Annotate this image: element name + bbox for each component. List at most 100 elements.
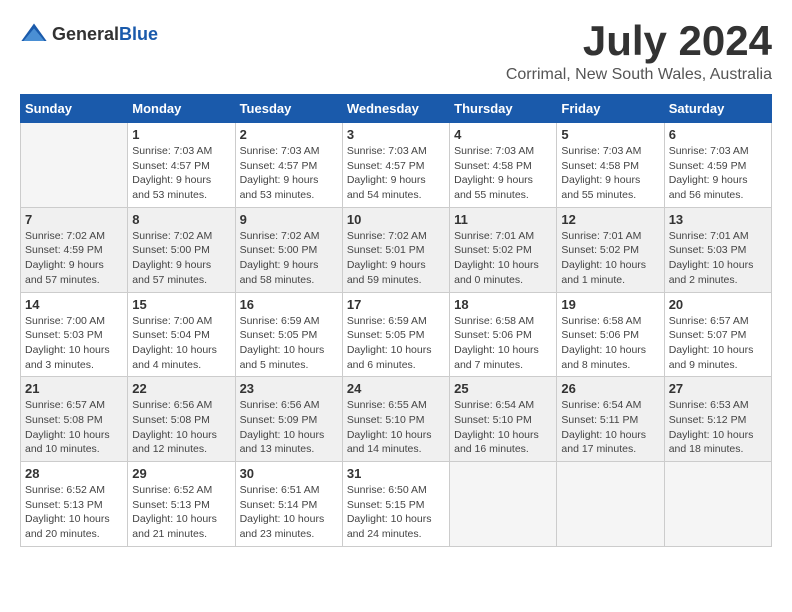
day-number: 21: [25, 381, 123, 396]
calendar-day-cell: 28 Sunrise: 6:52 AM Sunset: 5:13 PM Dayli…: [21, 462, 128, 547]
calendar-day-cell: [450, 462, 557, 547]
calendar-week-row: 7 Sunrise: 7:02 AM Sunset: 4:59 PM Daylig…: [21, 207, 772, 292]
day-number: 28: [25, 466, 123, 481]
calendar-day-cell: 3 Sunrise: 7:03 AM Sunset: 4:57 PM Daylig…: [342, 123, 449, 208]
day-info: Sunrise: 7:02 AM Sunset: 5:01 PM Dayligh…: [347, 229, 445, 288]
day-info: Sunrise: 7:00 AM Sunset: 5:04 PM Dayligh…: [132, 314, 230, 373]
day-info: Sunrise: 7:02 AM Sunset: 5:00 PM Dayligh…: [240, 229, 338, 288]
calendar-day-cell: 21 Sunrise: 6:57 AM Sunset: 5:08 PM Dayli…: [21, 377, 128, 462]
day-info: Sunrise: 7:02 AM Sunset: 4:59 PM Dayligh…: [25, 229, 123, 288]
calendar-week-row: 28 Sunrise: 6:52 AM Sunset: 5:13 PM Dayli…: [21, 462, 772, 547]
calendar-day-cell: 19 Sunrise: 6:58 AM Sunset: 5:06 PM Dayli…: [557, 292, 664, 377]
calendar-day-cell: 30Sunrise: 6:51 AM Sunset: 5:14 PM Dayli…: [235, 462, 342, 547]
calendar-day-cell: 1Sunrise: 7:03 AM Sunset: 4:57 PM Daylig…: [128, 123, 235, 208]
day-number: 17: [347, 297, 445, 312]
day-info: Sunrise: 6:57 AM Sunset: 5:07 PM Dayligh…: [669, 314, 767, 373]
day-number: 15: [132, 297, 230, 312]
logo-blue: Blue: [119, 24, 158, 45]
day-info: Sunrise: 6:57 AM Sunset: 5:08 PM Dayligh…: [25, 398, 123, 457]
calendar-day-cell: 25Sunrise: 6:54 AM Sunset: 5:10 PM Dayli…: [450, 377, 557, 462]
day-info: Sunrise: 7:03 AM Sunset: 4:57 PM Dayligh…: [240, 144, 338, 203]
day-number: 18: [454, 297, 552, 312]
calendar-day-cell: 4 Sunrise: 7:03 AM Sunset: 4:58 PM Daylig…: [450, 123, 557, 208]
header-tuesday: Tuesday: [235, 95, 342, 123]
day-info: Sunrise: 6:52 AM Sunset: 5:13 PM Dayligh…: [25, 483, 123, 542]
header-monday: Monday: [128, 95, 235, 123]
logo-general: General: [52, 24, 119, 45]
day-info: Sunrise: 6:53 AM Sunset: 5:12 PM Dayligh…: [669, 398, 767, 457]
day-number: 2: [240, 127, 338, 142]
calendar-day-cell: 15 Sunrise: 7:00 AM Sunset: 5:04 PM Dayli…: [128, 292, 235, 377]
day-info: Sunrise: 7:03 AM Sunset: 4:58 PM Dayligh…: [454, 144, 552, 203]
day-number: 13: [669, 212, 767, 227]
day-info: Sunrise: 6:54 AM Sunset: 5:11 PM Dayligh…: [561, 398, 659, 457]
calendar-day-cell: 23 Sunrise: 6:56 AM Sunset: 5:09 PM Dayli…: [235, 377, 342, 462]
day-number: 22: [132, 381, 230, 396]
calendar-day-cell: [21, 123, 128, 208]
calendar-day-cell: 9 Sunrise: 7:02 AM Sunset: 5:00 PM Daylig…: [235, 207, 342, 292]
calendar-day-cell: 29Sunrise: 6:52 AM Sunset: 5:13 PM Dayli…: [128, 462, 235, 547]
day-info: Sunrise: 6:56 AM Sunset: 5:08 PM Dayligh…: [132, 398, 230, 457]
calendar-day-cell: 8 Sunrise: 7:02 AM Sunset: 5:00 PM Daylig…: [128, 207, 235, 292]
calendar-week-row: 1 Sunrise: 7:03 AM Sunset: 4:57 PM Daylig…: [21, 123, 772, 208]
day-info: Sunrise: 6:50 AM Sunset: 5:15 PM Dayligh…: [347, 483, 445, 542]
header-thursday: Thursday: [450, 95, 557, 123]
day-info: Sunrise: 7:00 AM Sunset: 5:03 PM Dayligh…: [25, 314, 123, 373]
calendar-day-cell: 16 Sunrise: 6:59 AM Sunset: 5:05 PM Dayli…: [235, 292, 342, 377]
day-number: 3: [347, 127, 445, 142]
day-number: 24: [347, 381, 445, 396]
location-subtitle: Corrimal, New South Wales, Australia: [506, 66, 772, 84]
header-sunday: Sunday: [21, 95, 128, 123]
logo: General Blue: [20, 20, 158, 48]
calendar-day-cell: [557, 462, 664, 547]
day-info: Sunrise: 6:56 AM Sunset: 5:09 PM Dayligh…: [240, 398, 338, 457]
day-info: Sunrise: 6:52 AM Sunset: 5:13 PM Dayligh…: [132, 483, 230, 542]
day-number: 12: [561, 212, 659, 227]
day-number: 27: [669, 381, 767, 396]
day-info: Sunrise: 7:03 AM Sunset: 4:57 PM Dayligh…: [347, 144, 445, 203]
calendar-day-cell: 12Sunrise: 7:01 AM Sunset: 5:02 PM Dayli…: [557, 207, 664, 292]
day-number: 19: [561, 297, 659, 312]
day-info: Sunrise: 7:01 AM Sunset: 5:02 PM Dayligh…: [454, 229, 552, 288]
day-number: 8: [132, 212, 230, 227]
calendar-day-cell: 18Sunrise: 6:58 AM Sunset: 5:06 PM Dayli…: [450, 292, 557, 377]
calendar-day-cell: 7 Sunrise: 7:02 AM Sunset: 4:59 PM Daylig…: [21, 207, 128, 292]
day-number: 11: [454, 212, 552, 227]
day-info: Sunrise: 6:55 AM Sunset: 5:10 PM Dayligh…: [347, 398, 445, 457]
day-number: 23: [240, 381, 338, 396]
calendar-day-cell: 11 Sunrise: 7:01 AM Sunset: 5:02 PM Dayli…: [450, 207, 557, 292]
day-number: 10: [347, 212, 445, 227]
day-info: Sunrise: 6:59 AM Sunset: 5:05 PM Dayligh…: [240, 314, 338, 373]
header-wednesday: Wednesday: [342, 95, 449, 123]
calendar-day-cell: 14 Sunrise: 7:00 AM Sunset: 5:03 PM Dayli…: [21, 292, 128, 377]
calendar-day-cell: 20Sunrise: 6:57 AM Sunset: 5:07 PM Dayli…: [664, 292, 771, 377]
calendar-header-row: SundayMondayTuesdayWednesdayThursdayFrid…: [21, 95, 772, 123]
page-header: General Blue July 2024 Corrimal, New Sou…: [20, 20, 772, 84]
day-info: Sunrise: 6:54 AM Sunset: 5:10 PM Dayligh…: [454, 398, 552, 457]
day-number: 16: [240, 297, 338, 312]
title-section: July 2024 Corrimal, New South Wales, Aus…: [506, 20, 772, 84]
calendar-day-cell: 17Sunrise: 6:59 AM Sunset: 5:05 PM Dayli…: [342, 292, 449, 377]
month-year-title: July 2024: [506, 20, 772, 62]
calendar-day-cell: 22 Sunrise: 6:56 AM Sunset: 5:08 PM Dayli…: [128, 377, 235, 462]
day-number: 1: [132, 127, 230, 142]
calendar-day-cell: 13Sunrise: 7:01 AM Sunset: 5:03 PM Dayli…: [664, 207, 771, 292]
calendar-week-row: 21 Sunrise: 6:57 AM Sunset: 5:08 PM Dayli…: [21, 377, 772, 462]
day-info: Sunrise: 7:03 AM Sunset: 4:59 PM Dayligh…: [669, 144, 767, 203]
day-number: 9: [240, 212, 338, 227]
calendar-day-cell: 24 Sunrise: 6:55 AM Sunset: 5:10 PM Dayli…: [342, 377, 449, 462]
calendar-table: SundayMondayTuesdayWednesdayThursdayFrid…: [20, 94, 772, 547]
calendar-day-cell: 27 Sunrise: 6:53 AM Sunset: 5:12 PM Dayli…: [664, 377, 771, 462]
day-info: Sunrise: 7:03 AM Sunset: 4:58 PM Dayligh…: [561, 144, 659, 203]
day-info: Sunrise: 6:58 AM Sunset: 5:06 PM Dayligh…: [561, 314, 659, 373]
header-saturday: Saturday: [664, 95, 771, 123]
day-number: 14: [25, 297, 123, 312]
day-number: 31: [347, 466, 445, 481]
calendar-day-cell: [664, 462, 771, 547]
calendar-day-cell: 6Sunrise: 7:03 AM Sunset: 4:59 PM Daylig…: [664, 123, 771, 208]
day-number: 7: [25, 212, 123, 227]
calendar-day-cell: 2 Sunrise: 7:03 AM Sunset: 4:57 PM Daylig…: [235, 123, 342, 208]
day-info: Sunrise: 7:02 AM Sunset: 5:00 PM Dayligh…: [132, 229, 230, 288]
day-number: 4: [454, 127, 552, 142]
calendar-day-cell: 10 Sunrise: 7:02 AM Sunset: 5:01 PM Dayli…: [342, 207, 449, 292]
